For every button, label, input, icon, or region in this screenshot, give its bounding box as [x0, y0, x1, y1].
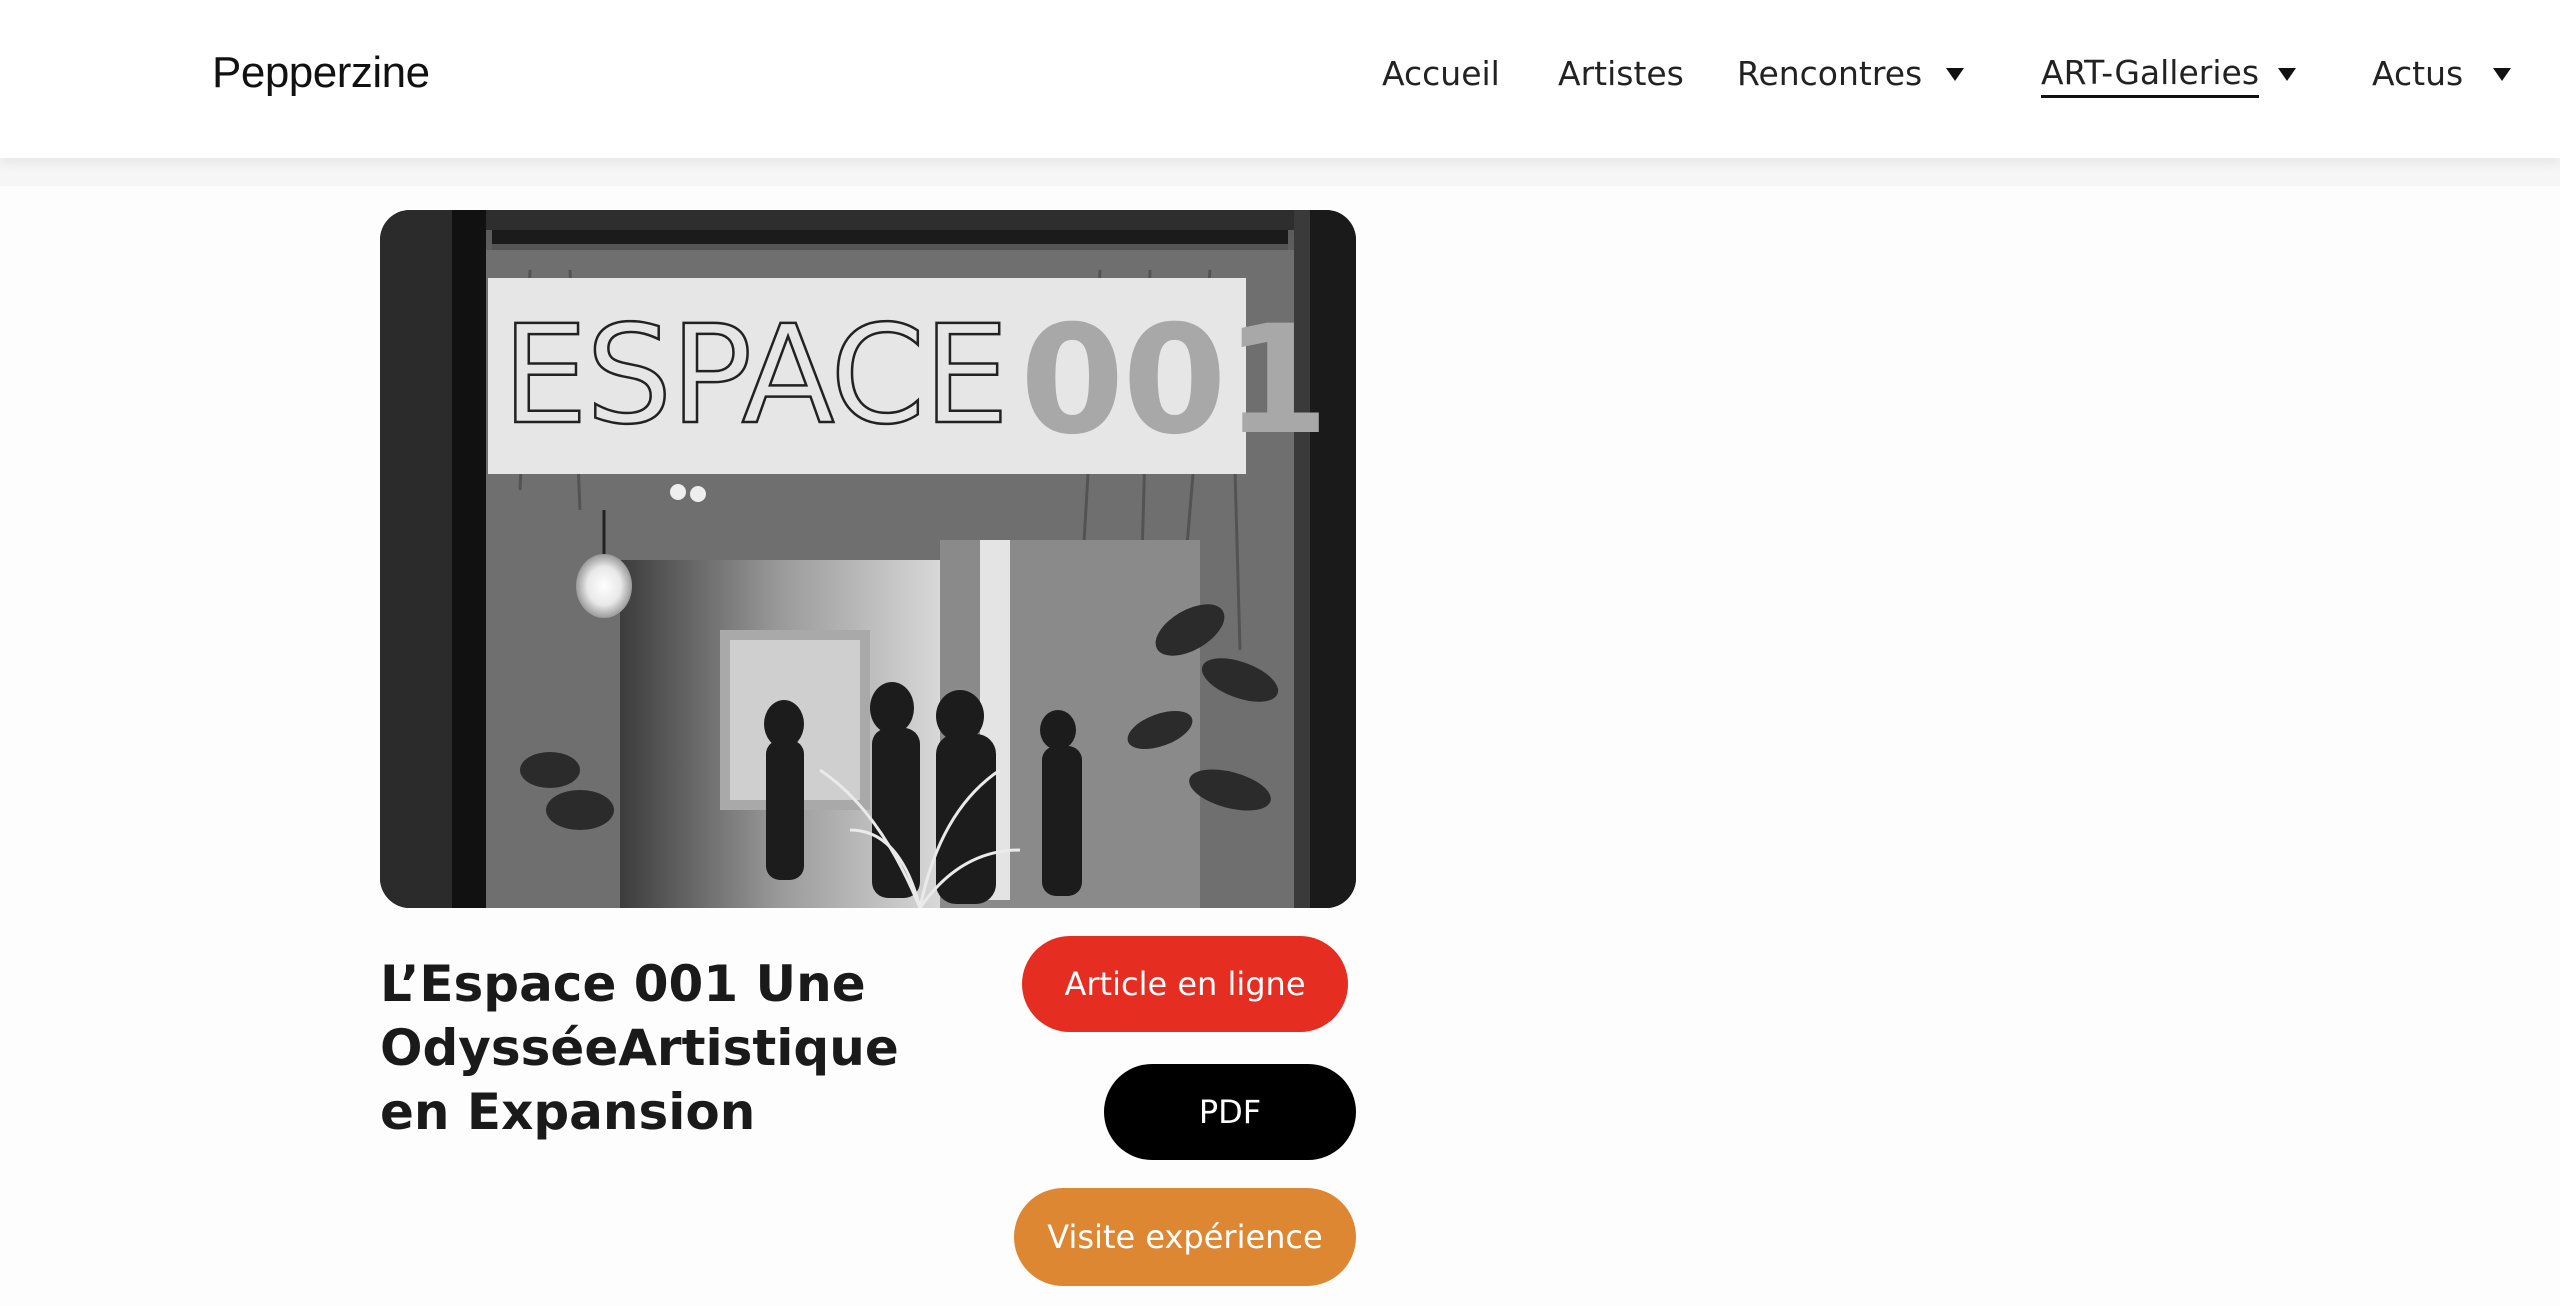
pdf-button[interactable]: PDF — [1104, 1064, 1356, 1160]
site-header: Pepperzine Accueil Artistes Rencontres A… — [0, 0, 2560, 158]
nav-item-artistes[interactable]: Artistes — [1558, 54, 1684, 94]
caret-down-icon[interactable] — [2493, 68, 2511, 81]
nav-item-actus[interactable]: Actus — [2372, 54, 2463, 94]
gallery-photo[interactable]: ESPACE 001 — [380, 210, 1356, 908]
nav-item-label: Artistes — [1558, 54, 1684, 93]
caret-down-icon[interactable] — [2278, 68, 2296, 81]
sign-outline-text: ESPACE — [502, 297, 1007, 455]
nav-item-label: Rencontres — [1737, 54, 1923, 93]
sign-bold-text: 001 — [1020, 294, 1327, 468]
header-shadow-band — [0, 158, 2560, 186]
visite-experience-button[interactable]: Visite expérience — [1014, 1188, 1356, 1286]
main-nav: Accueil Artistes Rencontres ART-Gallerie… — [0, 0, 2560, 150]
nav-item-accueil[interactable]: Accueil — [1382, 54, 1500, 94]
nav-item-label: Accueil — [1382, 54, 1500, 93]
article-title: L’Espace 001 Une OdysséeArtistique en Ex… — [380, 955, 899, 1141]
nav-item-art-galleries[interactable]: ART-Galleries — [2041, 54, 2260, 98]
espace-001-window-photo: ESPACE 001 — [380, 210, 1356, 908]
article-online-button[interactable]: Article en ligne — [1022, 936, 1348, 1032]
caret-down-icon[interactable] — [1946, 68, 1964, 81]
nav-item-rencontres[interactable]: Rencontres — [1737, 54, 1922, 94]
nav-item-label: Actus — [2372, 54, 2464, 93]
nav-item-label: ART-Galleries — [2041, 54, 2260, 98]
